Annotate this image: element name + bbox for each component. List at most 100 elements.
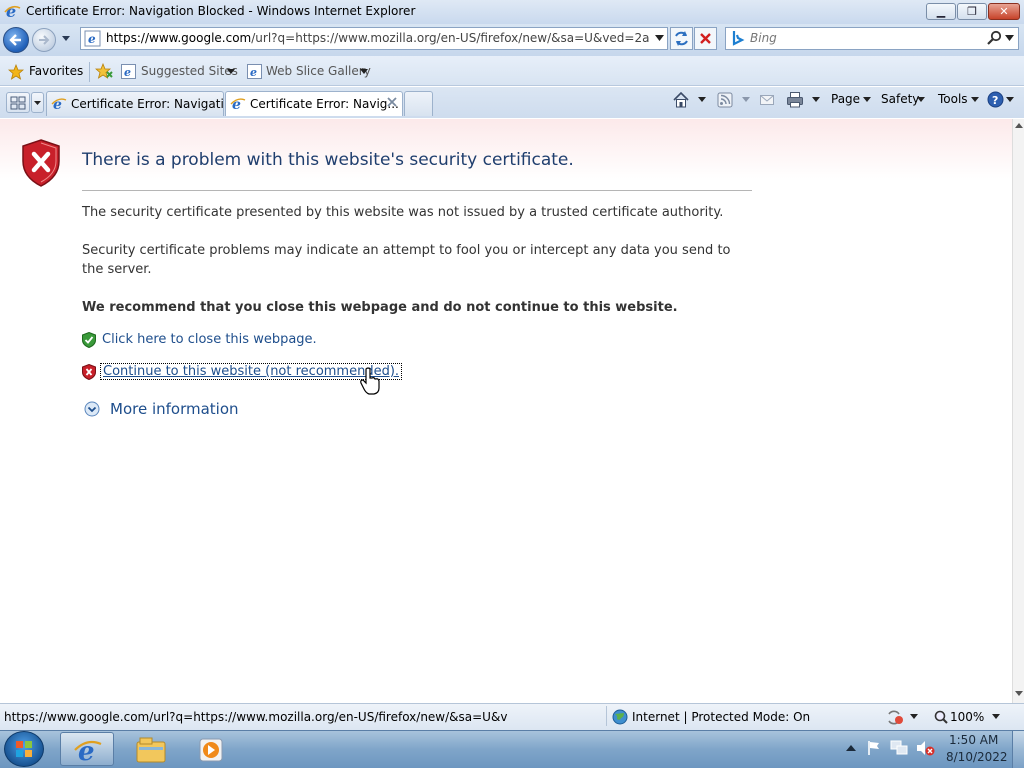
svg-text:e: e <box>88 32 96 46</box>
page-ie-icon: e <box>84 30 101 47</box>
favorites-divider <box>89 62 90 82</box>
search-options-dropdown-icon[interactable] <box>1005 35 1014 42</box>
scroll-up-arrow-icon[interactable] <box>1015 123 1023 129</box>
home-icon[interactable] <box>672 91 690 109</box>
show-desktop-button[interactable] <box>1012 731 1024 768</box>
safety-menu-button[interactable]: Safety <box>881 89 931 111</box>
volume-muted-icon[interactable] <box>915 740 935 756</box>
help-dropdown-icon[interactable] <box>1006 97 1014 103</box>
continue-to-website-link[interactable]: Continue to this website (not recommende… <box>99 363 403 380</box>
new-tab-button[interactable] <box>404 91 433 116</box>
show-hidden-icons-icon[interactable] <box>846 744 856 752</box>
vertical-scrollbar[interactable] <box>1012 119 1024 703</box>
tab-label: Certificate Error: Navigatio... <box>71 97 224 111</box>
tools-menu-label: Tools <box>938 92 968 106</box>
quick-tabs-grid-icon <box>10 96 26 110</box>
internet-explorer-icon: e <box>74 737 102 764</box>
protected-mode-dropdown-icon[interactable] <box>910 714 918 720</box>
tab-ie-icon: e <box>230 97 246 112</box>
taskbar-windows-explorer[interactable] <box>124 732 178 766</box>
suggested-sites-button[interactable]: e Suggested Sites <box>119 61 238 83</box>
clock-time[interactable]: 1:50 AM <box>949 733 998 747</box>
action-center-flag-icon[interactable] <box>866 740 882 756</box>
zoom-dropdown-icon[interactable] <box>992 714 1000 720</box>
zoom-level[interactable]: 100% <box>950 710 984 724</box>
tab-certificate-error-2-active[interactable]: e Certificate Error: Navig... <box>225 91 403 116</box>
feeds-dropdown-icon[interactable] <box>742 97 750 103</box>
forward-arrow-icon <box>39 35 50 45</box>
maximize-button[interactable]: ❐ <box>957 3 987 20</box>
favorites-label: Favorites <box>29 64 84 78</box>
tab-list-button[interactable] <box>31 92 44 113</box>
ie-logo-icon: e <box>4 3 21 20</box>
taskbar-internet-explorer[interactable]: e <box>60 732 114 766</box>
compatibility-refresh-button[interactable] <box>670 27 693 50</box>
close-icon: ✕ <box>999 5 1009 18</box>
search-icon[interactable] <box>987 30 1003 46</box>
start-button[interactable] <box>4 731 44 767</box>
page-menu-button[interactable]: Page <box>831 89 875 111</box>
forward-button[interactable] <box>32 28 56 52</box>
status-url-text: https://www.google.com/url?q=https://www… <box>4 710 508 724</box>
taskbar-media-player[interactable] <box>184 732 238 766</box>
page-heading: There is a problem with this website's s… <box>82 150 574 170</box>
security-zone-text[interactable]: Internet | Protected Mode: On <box>632 710 810 724</box>
scroll-down-arrow-icon[interactable] <box>1015 691 1023 697</box>
paragraph-security-warning: Security certificate problems may indica… <box>82 243 731 277</box>
internet-globe-icon <box>612 709 628 725</box>
help-icon[interactable]: ? <box>987 91 1004 108</box>
print-icon[interactable] <box>786 91 804 108</box>
search-placeholder: Bing <box>750 31 777 45</box>
web-slice-gallery-ie-icon: e <box>247 64 262 79</box>
protected-mode-icon[interactable] <box>886 710 906 725</box>
svg-text:?: ? <box>992 94 998 107</box>
svg-text:e: e <box>6 3 16 20</box>
page-menu-dropdown-icon <box>863 97 871 102</box>
quick-tabs-button[interactable] <box>6 92 30 113</box>
tools-menu-button[interactable]: Tools <box>938 89 982 111</box>
window-title: Certificate Error: Navigation Blocked - … <box>26 4 416 18</box>
tab-ie-icon: e <box>51 97 67 112</box>
web-slice-gallery-button[interactable]: e Web Slice Gallery <box>245 61 373 83</box>
favorites-button[interactable]: Favorites <box>6 61 84 83</box>
windows-logo-icon <box>16 741 32 757</box>
back-button[interactable] <box>3 27 29 53</box>
folder-icon <box>136 737 166 763</box>
minimize-button[interactable]: ▁ <box>926 3 956 20</box>
restore-icon: ❐ <box>967 5 977 18</box>
svg-text:e: e <box>124 66 131 79</box>
close-tab-icon[interactable] <box>386 96 398 108</box>
tab-certificate-error-1[interactable]: e Certificate Error: Navigatio... <box>46 91 224 116</box>
close-webpage-link[interactable]: Click here to close this webpage. <box>102 332 317 347</box>
feeds-icon[interactable] <box>717 92 733 108</box>
home-dropdown-icon[interactable] <box>698 97 706 103</box>
favorites-star-icon <box>8 64 24 80</box>
tools-menu-dropdown-icon <box>971 97 979 102</box>
read-mail-icon[interactable] <box>759 92 775 108</box>
web-slice-gallery-dropdown-icon <box>360 69 368 74</box>
expand-chevron-icon[interactable] <box>84 401 100 417</box>
network-icon[interactable] <box>890 740 908 756</box>
add-to-favorites-bar-icon[interactable] <box>95 63 113 80</box>
heading-divider <box>82 190 752 191</box>
url-host: https://www.google.com <box>106 31 252 45</box>
safety-menu-label: Safety <box>881 92 920 106</box>
close-window-button[interactable]: ✕ <box>988 3 1020 20</box>
tab-label: Certificate Error: Navig... <box>250 97 399 111</box>
status-divider <box>606 706 607 726</box>
recent-pages-dropdown-icon[interactable] <box>61 35 71 43</box>
media-player-icon <box>199 738 223 762</box>
stop-button[interactable] <box>694 27 717 50</box>
svg-text:e: e <box>250 66 257 79</box>
recommendation-text: We recommend that you close this webpage… <box>82 300 678 315</box>
safety-menu-dropdown-icon <box>917 97 925 102</box>
suggested-sites-ie-icon: e <box>121 64 136 79</box>
refresh-icon <box>675 31 688 46</box>
more-information-link[interactable]: More information <box>110 400 239 418</box>
address-url[interactable]: https://www.google.com/url?q=https://www… <box>106 31 650 45</box>
hand-cursor-icon <box>360 367 380 395</box>
print-dropdown-icon[interactable] <box>812 97 820 103</box>
clock-date[interactable]: 8/10/2022 <box>946 750 1008 764</box>
bing-logo-icon <box>732 31 745 46</box>
address-dropdown-icon[interactable] <box>655 35 664 42</box>
